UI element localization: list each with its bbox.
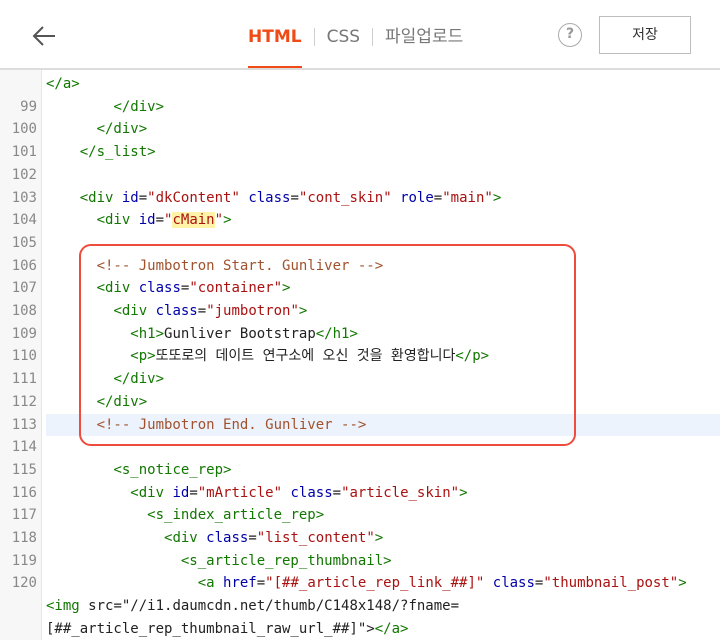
code-line[interactable]: 111 </div>	[0, 368, 720, 391]
code-editor[interactable]: </a> 99 </div> 100 </div> 101 </s_list> 102 1…	[0, 70, 720, 640]
line-number: 102	[11, 166, 37, 183]
code-line[interactable]: 120 <a href="[##_article_rep_link_##]" c…	[0, 572, 720, 595]
line-number: 99	[20, 98, 37, 115]
line-number: 107	[11, 280, 37, 297]
code-line[interactable]: 103 <div id="dkContent" class="cont_skin…	[0, 187, 720, 210]
line-code: </div>	[113, 98, 165, 115]
line-number: 112	[11, 393, 37, 410]
help-icon[interactable]: ?	[558, 23, 582, 47]
line-code: </s_list>	[79, 144, 156, 161]
line-number: 101	[11, 144, 37, 161]
line-code: </div>	[96, 121, 148, 138]
line-number: 100	[11, 121, 37, 138]
line-code: <s_article_rep_thumbnail>	[180, 552, 392, 569]
line-number: 118	[11, 530, 37, 546]
line-number: 108	[11, 303, 37, 319]
code-line[interactable]: <img src="//i1.daumcdn.net/thumb/C148x14…	[0, 595, 720, 618]
back-arrow-icon[interactable]	[30, 22, 58, 50]
line-code: <img src="//i1.daumcdn.net/thumb/C148x14…	[46, 598, 460, 615]
line-number: 103	[11, 189, 37, 206]
editor-toolbar: HTML CSS 파일업로드 ? 저장	[0, 0, 720, 70]
code-line[interactable]: 112 </div>	[0, 391, 720, 414]
line-code: <div id="mArticle" class="article_skin">	[130, 484, 468, 501]
line-number: 117	[11, 507, 37, 524]
line-number: 114	[11, 439, 37, 456]
line-code: <!-- Jumbotron Start. Gunliver -->	[96, 257, 384, 274]
code-line[interactable]: </a>	[0, 73, 720, 96]
code-line[interactable]: 116 <div id="mArticle" class="article_sk…	[0, 482, 720, 505]
code-line[interactable]: 114	[0, 436, 720, 459]
line-number: 119	[11, 552, 37, 569]
line-code: [##_article_rep_thumbnail_raw_url_##]"><…	[46, 620, 409, 637]
code-line[interactable]: 110 <p>또또로의 데이트 연구소에 오신 것을 환영합니다</p>	[0, 345, 720, 368]
line-code: <div id="cMain">	[96, 212, 232, 229]
line-number: 106	[11, 257, 37, 274]
code-line[interactable]: 115 <s_notice_rep>	[0, 459, 720, 482]
code-line[interactable]: 99 </div>	[0, 96, 720, 119]
line-code: </a>	[46, 76, 80, 92]
code-line[interactable]: 107 <div class="container">	[0, 277, 720, 300]
mode-tabs: HTML CSS 파일업로드	[248, 24, 463, 68]
line-number: 105	[11, 234, 37, 251]
code-line[interactable]: 101 </s_list>	[0, 141, 720, 164]
line-number: 113	[11, 416, 37, 433]
tab-divider	[313, 28, 315, 46]
line-code: <p>또또로의 데이트 연구소에 오신 것을 환영합니다</p>	[130, 348, 490, 365]
tab-html[interactable]: HTML	[248, 24, 302, 68]
tab-css[interactable]: CSS	[327, 24, 360, 50]
code-line[interactable]: 109 <h1>Gunliver Bootstrap</h1>	[0, 323, 720, 346]
code-line[interactable]: [##_article_rep_thumbnail_raw_url_##]"><…	[0, 618, 720, 640]
code-line[interactable]: 113 <!-- Jumbotron End. Gunliver -->	[0, 413, 720, 437]
line-number: 104	[11, 212, 37, 229]
line-code: <div class="list_content">	[164, 530, 384, 546]
line-number: 115	[11, 461, 37, 478]
line-number: 109	[11, 325, 37, 342]
line-code: <div id="dkContent" class="cont_skin" ro…	[79, 189, 502, 206]
line-code: <s_index_article_rep>	[147, 507, 325, 524]
line-number: 116	[11, 484, 37, 501]
code-line[interactable]: 118 <div class="list_content">	[0, 527, 720, 550]
line-code: <!-- Jumbotron End. Gunliver -->	[46, 413, 720, 437]
code-line[interactable]: 108 <div class="jumbotron">	[0, 300, 720, 323]
line-code: </div>	[96, 393, 148, 410]
code-line[interactable]: 119 <s_article_rep_thumbnail>	[0, 550, 720, 573]
tab-file-upload[interactable]: 파일업로드	[385, 24, 463, 50]
code-line[interactable]: 106 <!-- Jumbotron Start. Gunliver -->	[0, 255, 720, 278]
line-code: <div class="jumbotron">	[113, 303, 308, 319]
save-button[interactable]: 저장	[599, 16, 691, 54]
line-code: <s_notice_rep>	[113, 461, 232, 478]
line-code: <h1>Gunliver Bootstrap</h1>	[130, 325, 358, 342]
line-code: </div>	[113, 371, 165, 388]
code-line[interactable]: 102	[0, 164, 720, 187]
line-number: 111	[11, 371, 37, 388]
tab-divider	[372, 28, 374, 46]
code-line[interactable]: 104 <div id="cMain">	[0, 209, 720, 232]
line-code: <a href="[##_article_rep_link_##]" class…	[197, 575, 687, 592]
code-line[interactable]: 117 <s_index_article_rep>	[0, 504, 720, 527]
code-line[interactable]: 105	[0, 232, 720, 255]
line-number: 120	[11, 575, 37, 592]
line-code: <div class="container">	[96, 280, 291, 297]
code-line[interactable]: 100 </div>	[0, 118, 720, 141]
line-number: 110	[11, 348, 37, 365]
